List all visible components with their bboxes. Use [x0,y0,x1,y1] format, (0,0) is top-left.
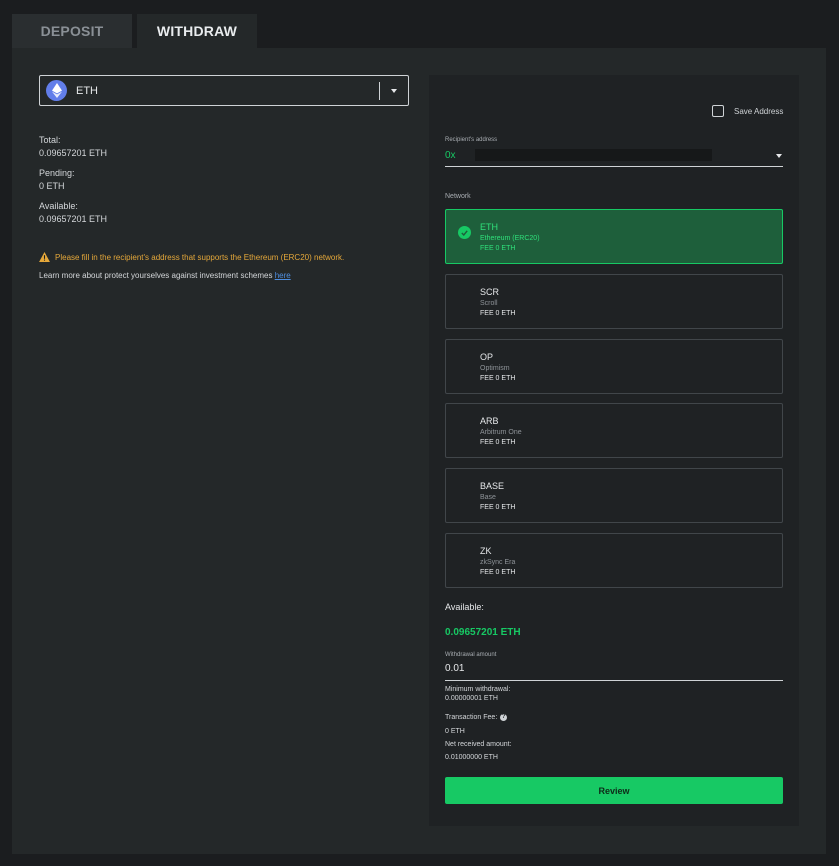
network-fee: FEE 0 ETH [480,375,516,382]
chevron-down-icon[interactable] [391,89,397,93]
withdrawal-amount-label: Withdrawal amount [445,652,497,658]
network-option-arb[interactable]: ARB Arbitrum One FEE 0 ETH [445,403,783,458]
network-name: Arbitrum One [480,429,522,436]
network-warning: Please fill in the recipient's address t… [39,252,344,262]
review-button[interactable]: Review [445,777,783,804]
network-name: zkSync Era [480,559,516,566]
available-value: 0.09657201 ETH [39,214,108,224]
network-symbol: ETH [480,222,498,232]
withdrawal-amount-input[interactable] [445,663,775,674]
learn-more-label: Learn more about protect yourselves agai… [39,271,275,280]
network-symbol: ZK [480,546,492,556]
network-name: Ethereum (ERC20) [480,235,540,242]
network-symbol: ARB [480,416,499,426]
network-option-base[interactable]: BASE Base FEE 0 ETH [445,468,783,523]
withdraw-available-value: 0.09657201 ETH [445,627,521,638]
minimum-withdrawal-label: Minimum withdrawal: [445,686,511,693]
network-symbol: SCR [480,287,500,297]
help-icon[interactable]: ? [500,713,508,721]
network-label: Network [445,193,471,200]
warning-text: Please fill in the recipient's address t… [55,252,345,262]
network-option-eth[interactable]: ETH Ethereum (ERC20) FEE 0 ETH [445,209,783,264]
coin-name: ETH [76,84,98,97]
save-address-label: Save Address [734,106,784,116]
minimum-withdrawal-value: 0.00000001 ETH [445,695,498,702]
net-received-label: Net received amount: [445,741,512,748]
transaction-fee-label: Transaction Fee: [445,714,498,721]
select-divider [379,82,380,100]
network-fee: FEE 0 ETH [480,245,516,252]
address-input[interactable]: 0x [445,148,783,167]
available-label: Available: [39,201,78,211]
learn-more-link[interactable]: here [275,271,291,280]
transaction-fee-row: Transaction Fee:? [445,713,508,722]
network-name: Base [480,494,496,501]
network-symbol: OP [480,352,494,362]
pending-label: Pending: [39,168,75,178]
network-option-op[interactable]: OP Optimism FEE 0 ETH [445,339,783,394]
address-prefix: 0x [445,150,456,161]
net-received-value: 0.01000000 ETH [445,754,498,761]
coin-select[interactable]: ETH [39,75,409,106]
tab-withdraw[interactable]: WITHDRAW [137,14,257,48]
address-redacted [475,149,712,161]
network-name: Scroll [480,300,498,307]
pending-value: 0 ETH [39,181,65,191]
check-icon [458,226,471,239]
ethereum-icon [46,80,67,101]
network-option-zk[interactable]: ZK zkSync Era FEE 0 ETH [445,533,783,588]
withdrawal-amount-field [445,662,783,681]
transaction-fee-value: 0 ETH [445,728,465,735]
withdraw-form: Save Address Recipient's address 0x Netw… [429,75,799,826]
save-address-toggle[interactable]: Save Address [712,105,783,117]
network-name: Optimism [480,365,510,372]
network-option-scr[interactable]: SCR Scroll FEE 0 ETH [445,274,783,329]
learn-more-text: Learn more about protect yourselves agai… [39,271,291,280]
network-fee: FEE 0 ETH [480,504,516,511]
network-fee: FEE 0 ETH [480,439,516,446]
withdraw-available-label: Available: [445,602,484,612]
total-value: 0.09657201 ETH [39,148,108,158]
network-fee: FEE 0 ETH [480,310,516,317]
tab-bar: DEPOSIT WITHDRAW [12,14,257,48]
tab-deposit[interactable]: DEPOSIT [12,14,132,48]
network-symbol: BASE [480,481,505,491]
warning-icon [39,252,50,262]
network-fee: FEE 0 ETH [480,569,516,576]
withdraw-panel: ETH Total: 0.09657201 ETH Pending: 0 ETH… [12,48,826,854]
total-label: Total: [39,135,61,145]
chevron-down-icon[interactable] [776,154,782,158]
save-address-checkbox[interactable] [712,105,724,117]
address-label: Recipient's address [445,137,498,143]
